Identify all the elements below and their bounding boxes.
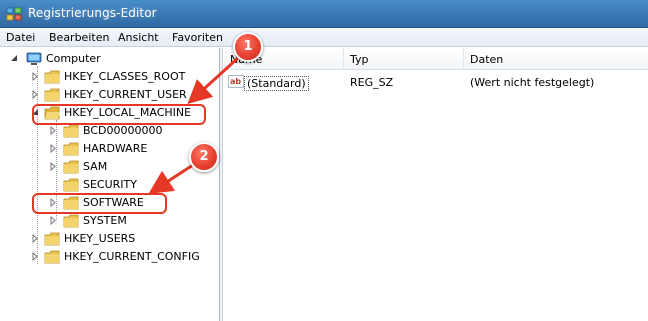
folder-icon — [63, 160, 79, 174]
tree-item-hardware[interactable]: HARDWARE — [0, 140, 220, 158]
tree-label: HARDWARE — [83, 142, 148, 155]
value-name[interactable]: (Standard) — [244, 76, 309, 91]
tree-item-system[interactable]: SYSTEM — [0, 212, 220, 230]
folder-icon — [44, 250, 60, 264]
tree-label: HKEY_USERS — [64, 232, 136, 245]
folder-icon — [63, 124, 79, 138]
folder-icon — [44, 232, 60, 246]
column-header-data[interactable]: Daten — [464, 48, 648, 70]
tree-item-hkey-classes-root[interactable]: HKEY_CLASSES_ROOT — [0, 68, 220, 86]
string-value-icon-text: ab — [230, 77, 241, 86]
collapsed-arrow-icon[interactable] — [31, 90, 39, 99]
registry-editor-icon — [6, 7, 22, 21]
collapsed-arrow-icon[interactable] — [31, 252, 39, 261]
menu-bar: Datei Bearbeiten Ansicht Favoriten — [0, 28, 648, 47]
expanded-arrow-icon[interactable] — [10, 54, 18, 63]
collapsed-arrow-icon[interactable] — [31, 72, 39, 81]
tree-item-hkey-current-config[interactable]: HKEY_CURRENT_CONFIG — [0, 248, 220, 266]
collapsed-arrow-icon[interactable] — [31, 234, 39, 243]
tree-label: SYSTEM — [83, 214, 127, 227]
highlight-software — [32, 193, 167, 214]
values-list[interactable]: Name Typ Daten ab (Standard) REG_SZ (Wer… — [224, 48, 648, 321]
string-value-icon: ab — [228, 75, 244, 88]
tree-item-hkey-current-user[interactable]: HKEY_CURRENT_USER — [0, 86, 220, 104]
callout-one: 1 — [233, 32, 263, 62]
menu-bearbeiten[interactable]: Bearbeiten — [49, 31, 109, 44]
collapsed-arrow-icon[interactable] — [49, 162, 57, 171]
tree-label-computer: Computer — [46, 52, 101, 65]
tree-label: HKEY_CURRENT_CONFIG — [64, 250, 200, 263]
folder-icon — [63, 214, 79, 228]
value-data: (Wert nicht festgelegt) — [470, 76, 595, 89]
tree-label: SAM — [83, 160, 108, 173]
menu-ansicht[interactable]: Ansicht — [118, 31, 159, 44]
pane-splitter[interactable] — [220, 48, 223, 321]
tree-item-hkey-users[interactable]: HKEY_USERS — [0, 230, 220, 248]
computer-icon — [26, 52, 42, 65]
registry-tree[interactable]: Computer HKEY_CLASSES_ROOT HKEY_CURRENT_… — [0, 48, 220, 321]
highlight-hkey-local-machine — [32, 104, 206, 125]
folder-icon — [63, 178, 79, 192]
menu-datei[interactable]: Datei — [6, 31, 35, 44]
folder-icon — [63, 142, 79, 156]
tree-item-security[interactable]: SECURITY — [0, 176, 220, 194]
tree-item-computer[interactable]: Computer — [0, 50, 220, 68]
tree-item-sam[interactable]: SAM — [0, 158, 220, 176]
menu-favoriten[interactable]: Favoriten — [172, 31, 223, 44]
folder-icon — [44, 88, 60, 102]
column-header-type[interactable]: Typ — [344, 48, 464, 70]
table-row[interactable]: ab (Standard) REG_SZ (Wert nicht festgel… — [224, 74, 648, 92]
tree-label: SECURITY — [83, 178, 137, 191]
tree-label: BCD00000000 — [83, 124, 163, 137]
window-title: Registrierungs-Editor — [28, 6, 157, 20]
collapsed-arrow-icon[interactable] — [49, 144, 57, 153]
value-type: REG_SZ — [350, 76, 394, 89]
folder-icon — [44, 70, 60, 84]
collapsed-arrow-icon[interactable] — [49, 216, 57, 225]
title-bar[interactable]: Registrierungs-Editor — [0, 0, 648, 28]
callout-two: 2 — [189, 142, 219, 172]
collapsed-arrow-icon[interactable] — [49, 126, 57, 135]
tree-label: HKEY_CLASSES_ROOT — [64, 70, 186, 83]
tree-label: HKEY_CURRENT_USER — [64, 88, 187, 101]
